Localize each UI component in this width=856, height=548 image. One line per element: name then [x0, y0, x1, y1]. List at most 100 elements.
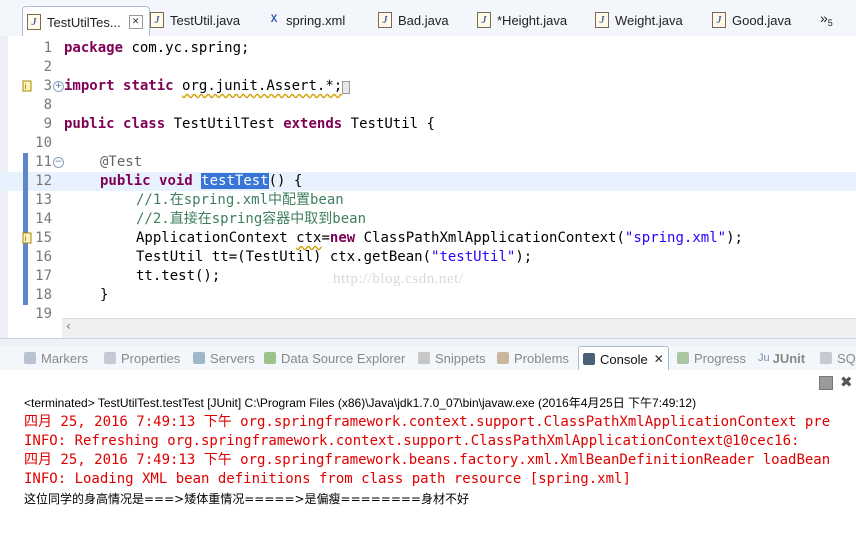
- tab-label: JUnit: [772, 350, 806, 366]
- tab-sql[interactable]: SQL: [820, 348, 856, 368]
- tab-good[interactable]: J Good.java: [712, 8, 791, 32]
- close-icon[interactable]: ✕: [128, 15, 143, 29]
- selected-method-name[interactable]: testTest: [201, 173, 269, 189]
- tab-label: Problems: [514, 350, 569, 366]
- java-file-icon: J: [595, 12, 609, 28]
- remove-launch-icon[interactable]: ✖: [840, 373, 853, 391]
- xml-file-icon: X: [270, 14, 278, 26]
- tab-snippets[interactable]: Snippets: [418, 348, 486, 368]
- scroll-left-icon[interactable]: ‹: [66, 319, 71, 333]
- code-line: 2: [0, 58, 856, 77]
- code-text: }: [100, 287, 109, 303]
- code-text: @Test: [100, 153, 142, 172]
- code-line: 16 TestUtil tt=(TestUtil) ctx.getBean("t…: [0, 248, 856, 267]
- tab-servers[interactable]: Servers: [193, 348, 255, 368]
- tab-bad[interactable]: J Bad.java: [378, 8, 449, 32]
- identifier: TestUtil {: [350, 116, 435, 132]
- line-number: 3: [43, 78, 52, 94]
- comment: //1.在spring.xml中配置bean: [136, 192, 344, 208]
- string: "testUtil": [431, 249, 516, 265]
- watermark: http://blog.csdn.net/: [333, 271, 464, 287]
- servers-icon: [193, 352, 205, 364]
- tab-label: Console: [600, 351, 648, 367]
- code-line: 10: [0, 134, 856, 153]
- close-icon[interactable]: ✕: [654, 352, 664, 366]
- tab-spring-xml[interactable]: X spring.xml: [268, 8, 346, 32]
- code-text: TestUtil tt=(TestUtil) ctx.getBean("test…: [136, 248, 532, 267]
- tab-testutil[interactable]: J TestUtil.java: [150, 8, 240, 32]
- line-number: 19: [35, 306, 52, 322]
- identifier: () {: [268, 173, 303, 189]
- tab-data-source-explorer[interactable]: Data Source Explorer: [264, 348, 405, 368]
- tab-label: Servers: [210, 350, 255, 366]
- console-line: INFO: Refreshing org.springframework.con…: [24, 433, 800, 449]
- fold-collapse-icon[interactable]: −: [53, 157, 64, 168]
- code-text: import static org.junit.Assert.*;: [64, 77, 351, 97]
- console-output-line: 这位同学的身高情况是===>矮体重情况=====>是偏瘦========身材不好: [24, 492, 469, 506]
- line-number: 11: [35, 154, 52, 170]
- tab-label: TestUtil.java: [170, 12, 241, 28]
- line-number: 1: [43, 40, 52, 56]
- tab-junit[interactable]: Ju JUnit: [758, 348, 805, 368]
- tab-label: SQL: [837, 350, 856, 366]
- tab-progress[interactable]: Progress: [677, 348, 746, 368]
- tab-label: *Height.java: [497, 12, 568, 28]
- identifier: =: [321, 230, 330, 246]
- tab-label: Markers: [41, 350, 88, 366]
- keyword: package: [64, 40, 124, 56]
- console-icon: [583, 353, 595, 365]
- tab-label: TestUtilTes...: [47, 14, 121, 30]
- data-source-icon: [264, 352, 276, 364]
- java-file-icon: J: [378, 12, 392, 28]
- tab-console[interactable]: Console ✕: [578, 346, 669, 371]
- identifier: org.junit.Assert.*;: [182, 78, 343, 94]
- tab-properties[interactable]: Properties: [104, 348, 180, 368]
- line-number: 15: [35, 230, 52, 246]
- tab-testutiltest[interactable]: J TestUtilTes... ✕: [22, 6, 150, 37]
- keyword: import: [64, 78, 115, 94]
- identifier: TestUtilTest: [173, 116, 275, 132]
- markers-icon: [24, 352, 36, 364]
- java-file-icon: J: [27, 14, 41, 30]
- line-number: 17: [35, 268, 52, 284]
- view-tab-bar: Markers Properties Servers Data Source E…: [0, 346, 856, 371]
- code-line: 1 package com.yc.spring;: [0, 39, 856, 58]
- tab-weight[interactable]: J Weight.java: [595, 8, 683, 32]
- tab-label: Snippets: [435, 350, 486, 366]
- identifier: ctx: [296, 230, 322, 246]
- tab-markers[interactable]: Markers: [24, 348, 88, 368]
- problems-icon: [497, 352, 509, 364]
- console-line: 四月 25, 2016 7:49:13 下午 org.springframewo…: [24, 414, 831, 430]
- editor-tab-bar: J TestUtilTes... ✕ J TestUtil.java X spr…: [0, 0, 856, 37]
- tab-label: Bad.java: [398, 12, 449, 28]
- code-text: ApplicationContext ctx=new ClassPathXmlA…: [136, 229, 743, 248]
- tab-overflow-button[interactable]: » 5: [820, 6, 833, 30]
- code-text: public void testTest() {: [100, 172, 302, 191]
- line-number: 16: [35, 249, 52, 265]
- tab-label: Weight.java: [615, 12, 683, 28]
- code-text: public class TestUtilTest extends TestUt…: [64, 115, 435, 134]
- identifier: com.yc.spring;: [131, 40, 250, 56]
- progress-icon: [677, 352, 689, 364]
- line-number: 9: [43, 116, 52, 132]
- identifier: TestUtil tt=(TestUtil) ctx.getBean(: [136, 249, 432, 265]
- terminate-icon[interactable]: [819, 376, 833, 390]
- line-number: 2: [43, 59, 52, 75]
- properties-icon: [104, 352, 116, 364]
- string: "spring.xml": [624, 230, 727, 246]
- line-number: 13: [35, 192, 52, 208]
- fold-expand-icon[interactable]: +: [53, 81, 64, 92]
- code-line: 8: [0, 96, 856, 115]
- tab-label: Good.java: [732, 12, 792, 28]
- annotation: @Test: [100, 154, 143, 170]
- collapsed-block-icon[interactable]: [342, 81, 351, 94]
- tab-problems[interactable]: Problems: [497, 348, 569, 368]
- code-editor[interactable]: 1 package com.yc.spring; 2 i 3 + import …: [0, 36, 856, 338]
- tab-height[interactable]: J *Height.java: [477, 8, 567, 32]
- horizontal-scrollbar[interactable]: [62, 318, 856, 339]
- keyword: public: [100, 173, 151, 189]
- code-line: 18 }: [0, 286, 856, 305]
- identifier: );: [515, 249, 533, 265]
- code-text: tt.test();: [136, 268, 221, 284]
- code-line: i 15 ApplicationContext ctx=new ClassPat…: [0, 229, 856, 248]
